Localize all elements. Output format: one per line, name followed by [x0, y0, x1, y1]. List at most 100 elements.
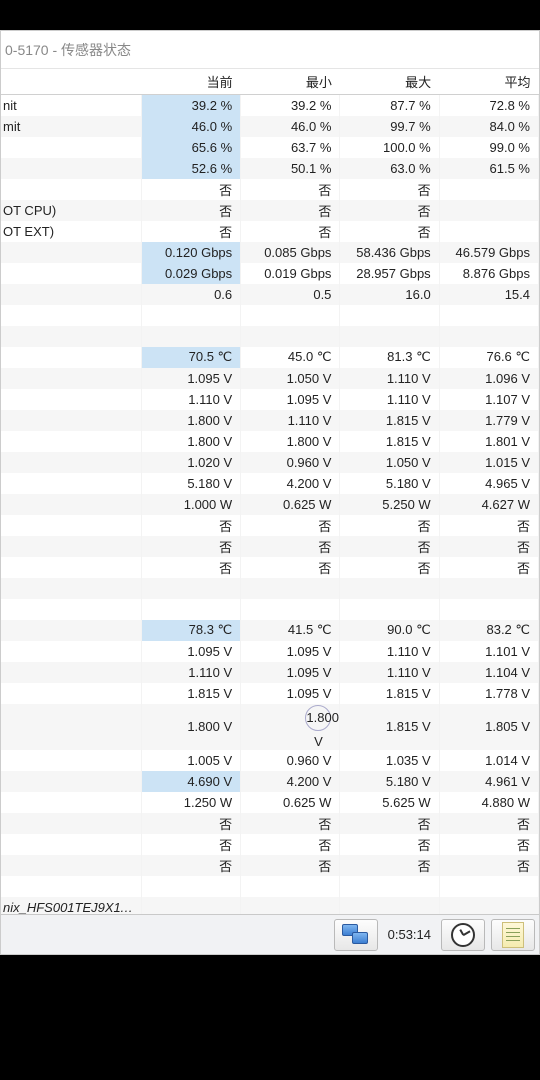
cell-max: 1.110 V: [340, 641, 439, 662]
cell-min: 0.5: [241, 284, 340, 305]
cell-max: [340, 305, 439, 326]
table-row[interactable]: mit46.0 %46.0 %99.7 %84.0 %: [1, 116, 539, 137]
cell-cur: 39.2 %: [141, 95, 240, 116]
col-max[interactable]: 最大: [340, 69, 439, 95]
table-row[interactable]: 70.5 ℃45.0 ℃81.3 ℃76.6 ℃: [1, 347, 539, 368]
table-row[interactable]: 1.800 V1.800 V1.815 V1.801 V: [1, 431, 539, 452]
cell-max: 5.625 W: [340, 792, 439, 813]
table-row[interactable]: 1.800 V1.110 V1.815 V1.779 V: [1, 410, 539, 431]
table-row[interactable]: 否否否否: [1, 834, 539, 855]
cell-cur: 否: [141, 221, 240, 242]
table-row[interactable]: [1, 578, 539, 599]
table-row[interactable]: 1.095 V1.095 V1.110 V1.101 V: [1, 641, 539, 662]
row-label: [1, 620, 141, 641]
cell-min: 4.200 V: [241, 771, 340, 792]
cell-max: 否: [340, 515, 439, 536]
table-row[interactable]: 1.000 W0.625 W5.250 W4.627 W: [1, 494, 539, 515]
col-avg[interactable]: 平均: [439, 69, 538, 95]
table-row[interactable]: 1.800 V1.800 V1.815 V1.805 V: [1, 704, 539, 750]
cell-min: 0.625 W: [241, 792, 340, 813]
table-row[interactable]: 1.005 V0.960 V1.035 V1.014 V: [1, 750, 539, 771]
col-label[interactable]: [1, 69, 141, 95]
cell-max: 5.180 V: [340, 771, 439, 792]
row-label: [1, 855, 141, 876]
cell-max: 5.180 V: [340, 473, 439, 494]
cell-cur: 1.005 V: [141, 750, 240, 771]
cell-avg: [439, 200, 538, 221]
table-row[interactable]: [1, 305, 539, 326]
table-row[interactable]: [1, 876, 539, 897]
cell-cur: [141, 326, 240, 347]
sensor-window: 0-5170 - 传感器状态 当前 最小 最大 平均 nit39.2 %39.2…: [0, 30, 540, 955]
cell-cur: 1.000 W: [141, 494, 240, 515]
cell-avg: 否: [439, 536, 538, 557]
cell-min: 0.625 W: [241, 494, 340, 515]
cell-avg: 83.2 ℃: [439, 620, 538, 641]
cell-cur: 0.120 Gbps: [141, 242, 240, 263]
cell-cur: [141, 897, 240, 915]
cell-min: 41.5 ℃: [241, 620, 340, 641]
window-title: 0-5170 - 传感器状态: [5, 40, 131, 60]
table-row[interactable]: 否否否否: [1, 855, 539, 876]
row-label: [1, 792, 141, 813]
table-row[interactable]: 1.110 V1.095 V1.110 V1.107 V: [1, 389, 539, 410]
table-row[interactable]: 否否否否: [1, 813, 539, 834]
cell-cur: 52.6 %: [141, 158, 240, 179]
table-row[interactable]: 0.60.516.015.4: [1, 284, 539, 305]
table-row[interactable]: 5.180 V4.200 V5.180 V4.965 V: [1, 473, 539, 494]
log-button[interactable]: [491, 919, 535, 951]
titlebar[interactable]: 0-5170 - 传感器状态: [1, 31, 539, 69]
col-min[interactable]: 最小: [241, 69, 340, 95]
cell-avg: 15.4: [439, 284, 538, 305]
row-label: [1, 473, 141, 494]
table-row[interactable]: 1.250 W0.625 W5.625 W4.880 W: [1, 792, 539, 813]
cell-max: 5.250 W: [340, 494, 439, 515]
cell-avg: 否: [439, 557, 538, 578]
table-row[interactable]: 0.029 Gbps0.019 Gbps28.957 Gbps8.876 Gbp…: [1, 263, 539, 284]
cell-cur: 0.6: [141, 284, 240, 305]
table-row[interactable]: nit39.2 %39.2 %87.7 %72.8 %: [1, 95, 539, 116]
header-row: 当前 最小 最大 平均: [1, 69, 539, 95]
cell-min: [241, 876, 340, 897]
sensor-table-area[interactable]: 当前 最小 最大 平均 nit39.2 %39.2 %87.7 %72.8 %m…: [1, 69, 539, 914]
table-row[interactable]: 1.095 V1.050 V1.110 V1.096 V: [1, 368, 539, 389]
cell-avg: 4.880 W: [439, 792, 538, 813]
cell-avg: [439, 305, 538, 326]
cell-cur: 4.690 V: [141, 771, 240, 792]
clock-button[interactable]: [441, 919, 485, 951]
table-row[interactable]: [1, 599, 539, 620]
table-row[interactable]: 1.110 V1.095 V1.110 V1.104 V: [1, 662, 539, 683]
table-row[interactable]: 1.815 V1.095 V1.815 V1.778 V: [1, 683, 539, 704]
table-row[interactable]: 65.6 %63.7 %100.0 %99.0 %: [1, 137, 539, 158]
col-current[interactable]: 当前: [141, 69, 240, 95]
table-row[interactable]: 否否否否: [1, 515, 539, 536]
row-label: [1, 834, 141, 855]
table-row[interactable]: 1.020 V0.960 V1.050 V1.015 V: [1, 452, 539, 473]
table-row[interactable]: [1, 326, 539, 347]
cell-max: 否: [340, 557, 439, 578]
cell-cur: 1.800 V: [141, 410, 240, 431]
cell-min: 1.110 V: [241, 410, 340, 431]
network-button[interactable]: [334, 919, 378, 951]
cell-max: 否: [340, 855, 439, 876]
row-label: [1, 158, 141, 179]
table-row[interactable]: 4.690 V4.200 V5.180 V4.961 V: [1, 771, 539, 792]
table-row[interactable]: nix_HFS001TEJ9X11...: [1, 897, 539, 915]
cell-max: 否: [340, 179, 439, 200]
table-row[interactable]: OT CPU)否否否: [1, 200, 539, 221]
table-row[interactable]: 否否否否: [1, 536, 539, 557]
table-row[interactable]: 78.3 ℃41.5 ℃90.0 ℃83.2 ℃: [1, 620, 539, 641]
row-label: nit: [1, 95, 141, 116]
row-label: [1, 876, 141, 897]
cell-max: 63.0 %: [340, 158, 439, 179]
table-row[interactable]: OT EXT)否否否: [1, 221, 539, 242]
table-row[interactable]: 否否否否: [1, 557, 539, 578]
row-label: [1, 410, 141, 431]
cell-cur: 否: [141, 179, 240, 200]
table-row[interactable]: 0.120 Gbps0.085 Gbps58.436 Gbps46.579 Gb…: [1, 242, 539, 263]
cell-max: 58.436 Gbps: [340, 242, 439, 263]
table-row[interactable]: 否否否: [1, 179, 539, 200]
table-row[interactable]: 52.6 %50.1 %63.0 %61.5 %: [1, 158, 539, 179]
cell-avg: [439, 179, 538, 200]
cell-max: [340, 326, 439, 347]
